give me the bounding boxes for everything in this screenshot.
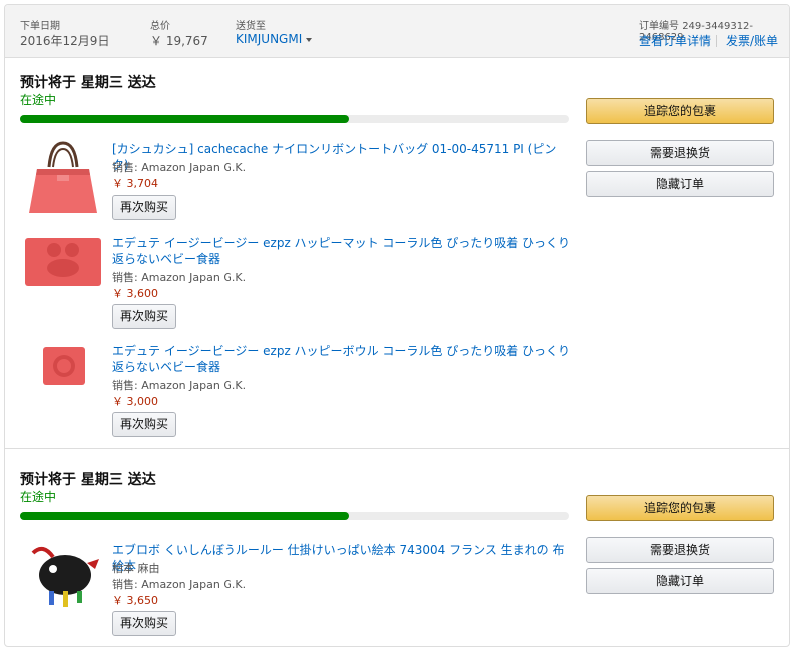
ship-to-dropdown[interactable]: KIMJUNGMI (236, 32, 313, 46)
shipment-progress-bar (20, 512, 569, 520)
buy-again-button[interactable]: 再次购买 (112, 195, 176, 220)
chevron-down-icon (306, 37, 313, 42)
product-author: 柏本 麻由 (112, 562, 160, 575)
hide-order-button[interactable]: 隐藏订单 (586, 171, 774, 197)
product-title-link[interactable]: エブロボ くいしんぼうルールー 仕掛けいっぱい絵本 743004 フランス 生ま… (112, 542, 572, 574)
shipment-status: 在途中 (20, 93, 57, 107)
shipment-progress-fill (20, 115, 349, 123)
product-price: ￥ 3,704 (112, 177, 158, 190)
shipment-status: 在途中 (20, 490, 57, 504)
happy-mat-image[interactable] (23, 224, 103, 304)
order-date: 2016年12月9日 (20, 34, 110, 48)
product-title-link[interactable]: エデュテ イージービージー ezpz ハッピーボウル コーラル色 ぴったり吸着 … (112, 343, 572, 375)
shipment-progress-fill (20, 512, 349, 520)
total-label: 总价 (150, 21, 170, 32)
return-replace-button[interactable]: 需要退换货 (586, 140, 774, 166)
buy-again-button[interactable]: 再次购买 (112, 611, 176, 636)
product-seller: 销售: Amazon Japan G.K. (112, 379, 247, 392)
buy-again-button[interactable]: 再次购买 (112, 412, 176, 437)
product-title-link[interactable]: エデュテ イージービージー ezpz ハッピーマット コーラル色 ぴったり吸着 … (112, 235, 572, 267)
product-price: ￥ 3,000 (112, 395, 158, 408)
ship-to-name: KIMJUNGMI (236, 32, 303, 46)
product-seller: 销售: Amazon Japan G.K. (112, 578, 247, 591)
delivery-estimate: 预计将于 星期三 送达 (20, 472, 156, 488)
view-order-details-link[interactable]: 查看订单详情 (639, 32, 711, 49)
order-number-label-text: 订单编号 (639, 21, 679, 32)
track-package-button[interactable]: 追踪您的包裹 (586, 495, 774, 521)
cloth-book-image[interactable] (23, 533, 103, 613)
product-seller: 销售: Amazon Japan G.K. (112, 161, 247, 174)
ship-to-label: 送货至 (236, 21, 266, 32)
delivery-estimate: 预计将于 星期三 送达 (20, 75, 156, 91)
shipment-divider (5, 448, 789, 449)
product-price: ￥ 3,600 (112, 287, 158, 300)
tote-bag-image[interactable] (23, 137, 103, 217)
order-date-label: 下单日期 (20, 21, 60, 32)
header-divider (716, 35, 717, 47)
track-package-button[interactable]: 追踪您的包裹 (586, 98, 774, 124)
buy-again-button[interactable]: 再次购买 (112, 304, 176, 329)
shipment-progress-bar (20, 115, 569, 123)
product-price: ￥ 3,650 (112, 594, 158, 607)
invoice-link[interactable]: 发票/账单 (726, 32, 778, 49)
product-seller: 销售: Amazon Japan G.K. (112, 271, 247, 284)
order-header: 下单日期 2016年12月9日 总价 ￥ 19,767 送货至 KIMJUNGM… (5, 5, 789, 58)
order-card: 下单日期 2016年12月9日 总价 ￥ 19,767 送货至 KIMJUNGM… (4, 4, 790, 647)
return-replace-button[interactable]: 需要退换货 (586, 537, 774, 563)
order-total: ￥ 19,767 (150, 34, 208, 48)
happy-bowl-image[interactable] (23, 327, 103, 407)
hide-order-button[interactable]: 隐藏订单 (586, 568, 774, 594)
